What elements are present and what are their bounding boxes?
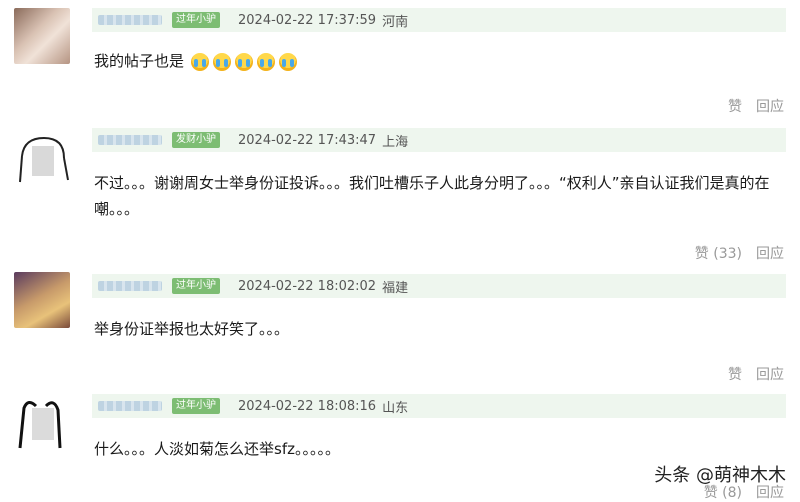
comment-actions: 赞 (33) 回应 xyxy=(695,243,784,263)
reply-button[interactable]: 回应 xyxy=(756,243,784,263)
comment-location: 上海 xyxy=(382,134,409,150)
sketch-avatar-icon xyxy=(18,401,62,449)
comment-text-block: 不过。。。谢谢周女士举身份证投诉。。。我们吐槽乐子人此身分明了。。。“权利人”亲… xyxy=(94,170,780,222)
sketch-avatar-icon xyxy=(19,136,69,183)
comment-meta: 发财小驴 2024-02-22 17:43:47 上海 xyxy=(92,128,786,152)
comment-text: 我的帖子也是 xyxy=(94,52,185,70)
loudly-crying-face-icon xyxy=(234,52,253,71)
avatar[interactable] xyxy=(10,394,74,450)
like-button[interactable]: 赞 (33) xyxy=(695,243,742,263)
loudly-crying-face-icon xyxy=(256,52,275,71)
comment-actions: 赞 回应 xyxy=(728,96,784,116)
user-badge: 过年小驴 xyxy=(172,12,220,28)
comment-text-block: 举身份证举报也太好笑了。。。 xyxy=(94,316,780,342)
loudly-crying-face-icon xyxy=(190,52,209,71)
like-button[interactable]: 赞 xyxy=(728,96,742,116)
comment-text: 不过。。。谢谢周女士举身份证投诉。。。我们吐槽乐子人此身分明了。。。“权利人”亲… xyxy=(94,174,770,218)
username-blurred[interactable] xyxy=(98,135,162,145)
emoji-row xyxy=(190,52,297,71)
avatar[interactable] xyxy=(10,132,74,188)
reply-button[interactable]: 回应 xyxy=(756,364,784,384)
reply-button[interactable]: 回应 xyxy=(756,96,784,116)
avatar[interactable] xyxy=(14,8,70,64)
user-badge: 发财小驴 xyxy=(172,132,220,148)
comment-text-block: 我的帖子也是 xyxy=(94,48,780,74)
user-badge: 过年小驴 xyxy=(172,398,220,414)
username-blurred[interactable] xyxy=(98,401,162,411)
comment-datetime: 2024-02-22 18:08:16 xyxy=(238,398,377,414)
username-blurred[interactable] xyxy=(98,281,162,291)
user-badge: 过年小驴 xyxy=(172,278,220,294)
loudly-crying-face-icon xyxy=(278,52,297,71)
avatar[interactable] xyxy=(14,272,70,328)
like-button[interactable]: 赞 xyxy=(728,364,742,384)
watermark: 头条 @萌神木木 xyxy=(654,465,786,486)
comment-meta: 过年小驴 2024-02-22 18:08:16 山东 xyxy=(92,394,786,418)
comment-location: 山东 xyxy=(382,400,409,416)
comment-actions: 赞 回应 xyxy=(728,364,784,384)
comment-meta: 过年小驴 2024-02-22 17:37:59 河南 xyxy=(92,8,786,32)
comment-datetime: 2024-02-22 17:37:59 xyxy=(238,12,377,28)
loudly-crying-face-icon xyxy=(212,52,231,71)
comment-datetime: 2024-02-22 17:43:47 xyxy=(238,132,377,148)
comment-datetime: 2024-02-22 18:02:02 xyxy=(238,278,377,294)
comment-text: 什么。。。人淡如菊怎么还举sfz。。。。。 xyxy=(94,440,340,458)
comment-meta: 过年小驴 2024-02-22 18:02:02 福建 xyxy=(92,274,786,298)
comment-location: 福建 xyxy=(382,280,409,296)
comment-text: 举身份证举报也太好笑了。。。 xyxy=(94,320,290,338)
comment-location: 河南 xyxy=(382,14,409,30)
username-blurred[interactable] xyxy=(98,15,162,25)
comment-text-block: 什么。。。人淡如菊怎么还举sfz。。。。。 xyxy=(94,436,780,462)
